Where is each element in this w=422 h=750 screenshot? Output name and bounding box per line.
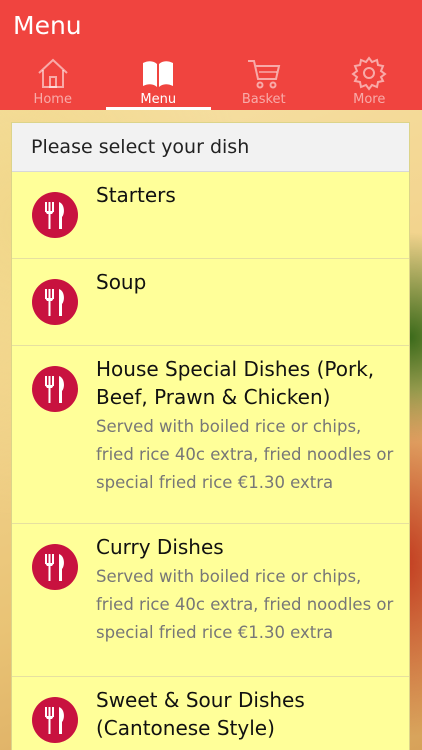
cutlery-icon xyxy=(32,697,78,743)
tab-basket[interactable]: Basket xyxy=(211,52,317,110)
tab-label: Menu xyxy=(140,92,177,107)
home-icon xyxy=(38,58,68,88)
cutlery-icon xyxy=(32,366,78,412)
tab-menu[interactable]: Menu xyxy=(105,52,212,110)
cutlery-icon xyxy=(32,544,78,590)
item-description: Served with boiled rice or chips, fried … xyxy=(96,417,394,492)
page-title: Menu xyxy=(13,11,82,40)
cart-icon xyxy=(247,60,281,89)
item-description: Served with boiled rice or chips, fried … xyxy=(96,567,394,642)
tab-label: More xyxy=(353,92,386,107)
tab-label: Basket xyxy=(241,92,286,107)
book-icon xyxy=(143,61,174,87)
list-item-soup[interactable]: Soup xyxy=(12,259,409,346)
dish-category-panel: Please select your dish Starters Soup Ho… xyxy=(11,122,410,750)
list-item-sweet-sour[interactable]: Sweet & Sour Dishes (Cantonese Style) xyxy=(12,677,409,750)
tab-bar: Home Menu Basket More xyxy=(0,52,422,110)
list-item-curry[interactable]: Curry Dishes Served with boiled rice or … xyxy=(12,524,409,677)
list-item-starters[interactable]: Starters xyxy=(12,172,409,259)
item-title: Sweet & Sour Dishes (Cantonese Style) xyxy=(96,688,305,740)
cutlery-icon xyxy=(32,279,78,325)
gear-icon xyxy=(351,56,387,91)
item-title: House Special Dishes (Pork, Beef, Prawn … xyxy=(96,357,375,409)
cutlery-icon xyxy=(32,192,78,238)
item-title: Soup xyxy=(96,270,147,294)
tab-more[interactable]: More xyxy=(317,52,422,110)
item-title: Curry Dishes xyxy=(96,535,224,559)
item-title: Starters xyxy=(96,183,176,207)
tab-label: Home xyxy=(33,92,72,107)
list-item-house-special[interactable]: House Special Dishes (Pork, Beef, Prawn … xyxy=(12,346,409,524)
panel-heading: Please select your dish xyxy=(12,123,409,172)
app-bar: Menu Home Menu Basket More xyxy=(0,0,422,110)
tab-home[interactable]: Home xyxy=(0,52,106,110)
